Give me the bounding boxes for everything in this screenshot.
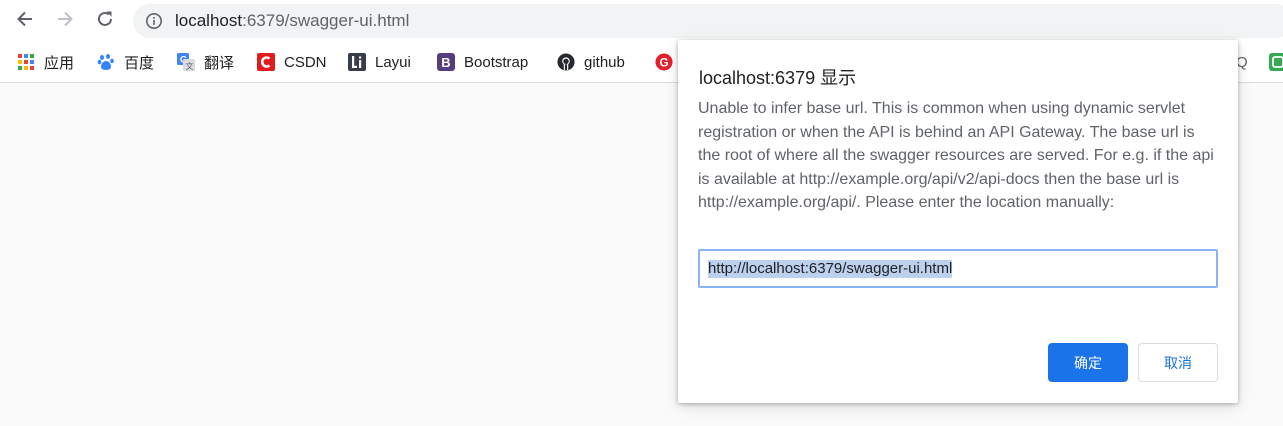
cancel-button[interactable]: 取消 <box>1138 343 1218 382</box>
svg-text:文: 文 <box>186 61 194 71</box>
bookmark-label: github <box>584 53 625 71</box>
back-button[interactable] <box>9 5 41 37</box>
reload-button[interactable] <box>89 5 121 37</box>
green-icon <box>1269 53 1283 71</box>
baidu-paw-icon <box>97 53 115 71</box>
bookmark-translate[interactable]: G 文 翻译 <box>177 42 234 82</box>
url-host: localhost <box>175 11 243 30</box>
google-translate-icon: G 文 <box>177 53 195 71</box>
url-path: :6379/swagger-ui.html <box>242 11 410 30</box>
prompt-dialog: localhost:6379 显示 Unable to infer base u… <box>678 40 1238 403</box>
bookmark-layui[interactable]: Layui <box>348 42 411 82</box>
bookmark-label: 应用 <box>44 54 75 72</box>
csdn-icon <box>257 53 275 71</box>
url-prompt-input[interactable]: http://localhost:6379/swagger-ui.html <box>698 249 1218 288</box>
info-icon[interactable] <box>145 12 163 30</box>
apps-grid-icon <box>17 53 35 71</box>
input-selected-text: http://localhost:6379/swagger-ui.html <box>708 259 953 278</box>
red-g-icon: G <box>655 53 673 71</box>
dialog-title: localhost:6379 显示 <box>699 68 857 88</box>
svg-text:B: B <box>441 55 450 70</box>
bookmark-baidu[interactable]: 百度 <box>97 42 154 82</box>
bookmark-label: CSDN <box>284 53 327 71</box>
back-arrow-icon <box>15 9 35 34</box>
dialog-message: Unable to infer base url. This is common… <box>698 100 1214 211</box>
bookmark-csdn[interactable]: CSDN <box>257 42 327 82</box>
bookmark-apps[interactable]: 应用 <box>17 42 74 82</box>
layui-icon <box>348 53 366 71</box>
bookmark-label: Layui <box>375 53 411 71</box>
bootstrap-icon: B <box>437 53 455 71</box>
forward-arrow-icon <box>55 9 75 34</box>
bookmark-green[interactable] <box>1269 42 1283 82</box>
bookmark-github[interactable]: github <box>557 42 625 82</box>
forward-button[interactable] <box>49 5 81 37</box>
github-icon <box>557 53 575 71</box>
svg-text:G: G <box>660 56 669 69</box>
address-bar[interactable]: localhost:6379/swagger-ui.html <box>133 4 1283 38</box>
browser-toolbar: localhost:6379/swagger-ui.html <box>0 0 1283 42</box>
bookmark-label: Bootstrap <box>464 53 529 71</box>
ok-button[interactable]: 确定 <box>1048 343 1128 382</box>
bookmark-label: 百度 <box>124 54 155 72</box>
bookmark-label: 翻译 <box>204 54 235 72</box>
reload-icon <box>95 9 115 34</box>
bookmark-bootstrap[interactable]: B Bootstrap <box>437 42 528 82</box>
address-url[interactable]: localhost:6379/swagger-ui.html <box>175 12 409 30</box>
